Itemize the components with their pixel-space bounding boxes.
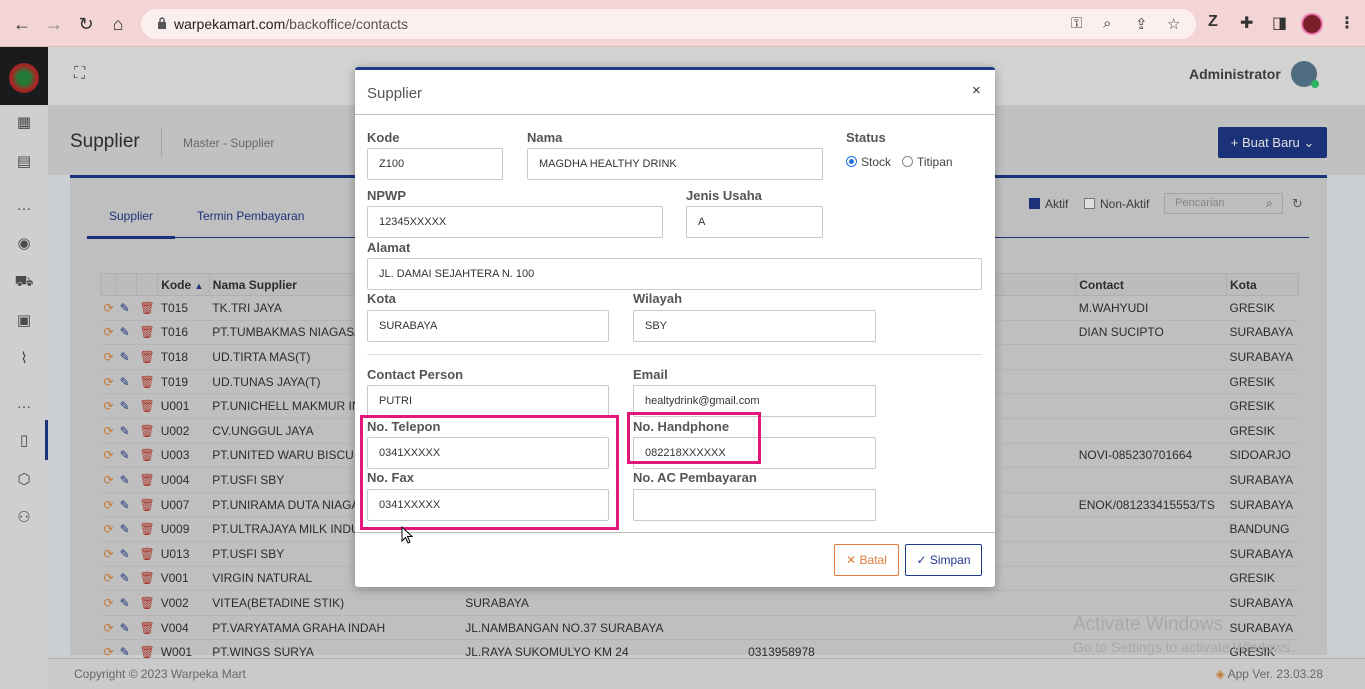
modal-header: Supplier × bbox=[355, 70, 995, 115]
kode-label: Kode bbox=[367, 130, 400, 145]
nama-input[interactable]: MAGDHA HEALTHY DRINK bbox=[527, 148, 823, 180]
reload-icon[interactable]: ↻ bbox=[76, 14, 96, 34]
kota-label: Kota bbox=[367, 291, 396, 306]
nama-label: Nama bbox=[527, 130, 563, 145]
email-label: Email bbox=[633, 367, 668, 382]
status-stock-radio[interactable]: Stock bbox=[846, 155, 891, 169]
wilayah-label: Wilayah bbox=[633, 291, 683, 306]
kode-input[interactable]: Z100 bbox=[367, 148, 503, 180]
bookmark-star-icon[interactable]: ☆ bbox=[1167, 15, 1180, 33]
npwp-input[interactable]: 12345XXXXX bbox=[367, 206, 663, 238]
profile-avatar[interactable] bbox=[1301, 13, 1323, 35]
jenis-usaha-input[interactable]: A bbox=[686, 206, 823, 238]
lock-icon bbox=[158, 17, 166, 29]
modal-title: Supplier bbox=[367, 85, 423, 102]
home-icon[interactable]: ⌂ bbox=[108, 14, 128, 34]
alamat-label: Alamat bbox=[367, 240, 411, 255]
back-icon[interactable]: ← bbox=[12, 14, 32, 34]
jenis-usaha-label: Jenis Usaha bbox=[686, 188, 762, 203]
simpan-button[interactable]: ✓ Simpan bbox=[905, 544, 982, 576]
no-ac-pembayaran-input[interactable] bbox=[633, 489, 876, 521]
status-titipan-radio[interactable]: Titipan bbox=[902, 155, 953, 169]
share-icon[interactable]: ⇪ bbox=[1135, 15, 1148, 33]
activate-windows-text: Go to Settings to activate Windows. bbox=[1073, 639, 1294, 655]
kota-input[interactable]: SURABAYA bbox=[367, 310, 609, 342]
contact-person-label: Contact Person bbox=[367, 367, 464, 382]
no-ac-pembayaran-label: No. AC Pembayaran bbox=[633, 470, 757, 485]
browser-toolbar: ← → ↻ ⌂ warpekamart.com/backoffice/conta… bbox=[0, 0, 1365, 47]
status-label: Status bbox=[846, 130, 886, 145]
section-divider bbox=[367, 354, 982, 355]
radio-selected-icon bbox=[846, 156, 857, 167]
extensions-puzzle-icon[interactable]: ✚ bbox=[1240, 13, 1253, 33]
activate-windows-title: Activate Windows bbox=[1073, 614, 1223, 635]
close-icon[interactable]: × bbox=[972, 82, 981, 99]
key-icon[interactable]: ⚿ bbox=[1071, 15, 1082, 32]
zoom-icon[interactable]: ⌕ bbox=[1103, 15, 1111, 32]
menu-dots-icon[interactable]: ⋮ bbox=[1339, 13, 1355, 33]
address-bar[interactable]: warpekamart.com/backoffice/contacts ⚿ ⌕ … bbox=[141, 9, 1196, 39]
mouse-cursor-icon bbox=[401, 526, 413, 544]
highlight-handphone bbox=[627, 412, 761, 464]
url-text: warpekamart.com/backoffice/contacts bbox=[174, 16, 408, 32]
extension-z-icon[interactable]: Z bbox=[1208, 13, 1218, 31]
modal-footer-divider bbox=[355, 532, 995, 533]
wilayah-input[interactable]: SBY bbox=[633, 310, 876, 342]
batal-button[interactable]: ✕ Batal bbox=[834, 544, 899, 576]
sidepanel-icon[interactable]: ◨ bbox=[1272, 13, 1287, 33]
radio-empty-icon bbox=[902, 156, 913, 167]
contact-person-input[interactable]: PUTRI bbox=[367, 385, 609, 417]
alamat-input[interactable]: JL. DAMAI SEJAHTERA N. 100 bbox=[367, 258, 982, 290]
npwp-label: NPWP bbox=[367, 188, 406, 203]
highlight-telepon-fax bbox=[360, 415, 619, 530]
forward-icon[interactable]: → bbox=[44, 14, 64, 34]
